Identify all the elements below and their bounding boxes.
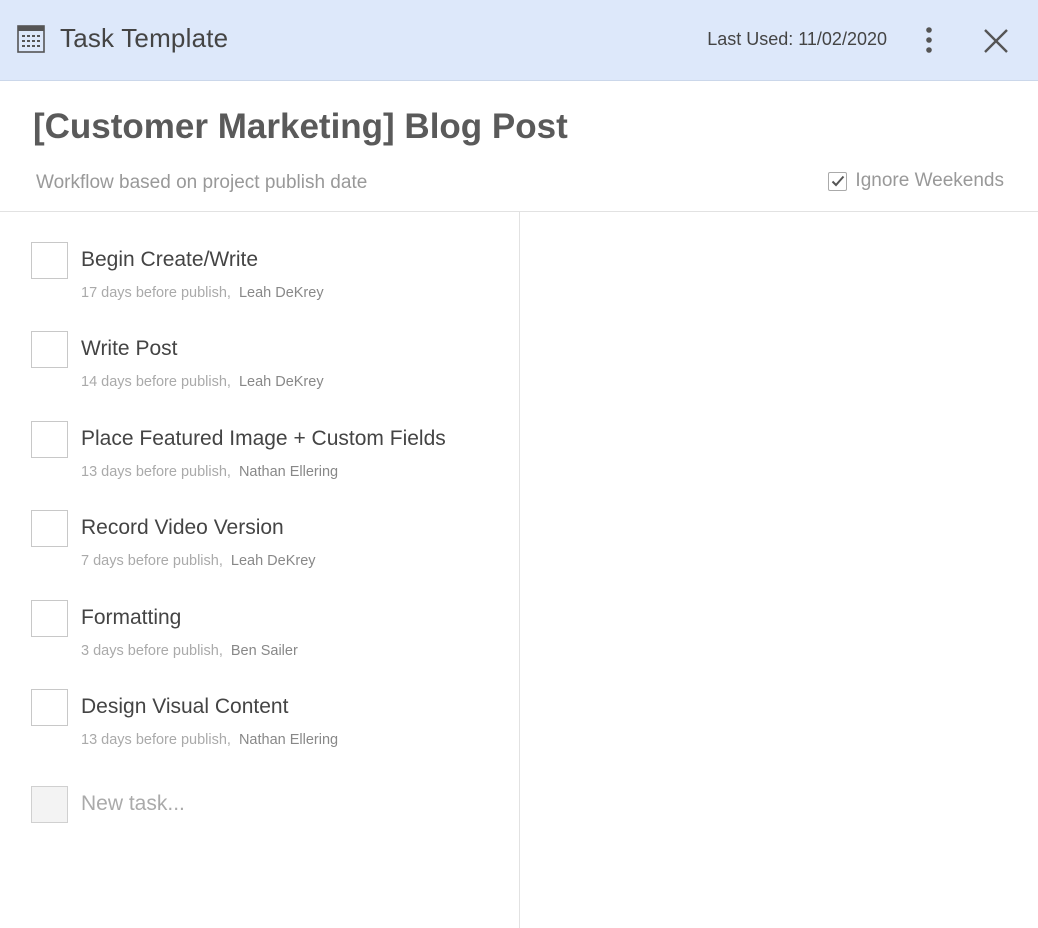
- task-checkbox[interactable]: [31, 242, 68, 279]
- task-checkbox[interactable]: [31, 689, 68, 726]
- task-due-offset: 13 days before publish,: [81, 732, 231, 748]
- task-assignee[interactable]: Nathan Ellering: [239, 732, 338, 748]
- template-title: [Customer Marketing] Blog Post: [33, 107, 568, 146]
- task-assignee[interactable]: Nathan Ellering: [239, 464, 338, 480]
- task-checkbox[interactable]: [31, 510, 68, 547]
- new-task-checkbox: [31, 786, 68, 823]
- new-task-row: [31, 786, 501, 826]
- task-due-offset: 3 days before publish,: [81, 643, 223, 659]
- task-meta: 14 days before publish, Leah DeKrey: [81, 374, 324, 390]
- task-name[interactable]: Record Video Version: [81, 516, 284, 540]
- task-item: Formatting 3 days before publish, Ben Sai…: [31, 600, 501, 670]
- workflow-subtitle: Workflow based on project publish date: [36, 172, 368, 193]
- task-assignee[interactable]: Ben Sailer: [231, 643, 298, 659]
- task-name[interactable]: Place Featured Image + Custom Fields: [81, 427, 446, 451]
- header-bar: Task Template Last Used: 11/02/2020: [0, 0, 1038, 81]
- task-name[interactable]: Formatting: [81, 606, 181, 630]
- task-assignee[interactable]: Leah DeKrey: [231, 553, 316, 569]
- task-name[interactable]: Begin Create/Write: [81, 248, 258, 272]
- task-due-offset: 13 days before publish,: [81, 464, 231, 480]
- task-item: Write Post 14 days before publish, Leah D…: [31, 331, 501, 401]
- modal-title: Task Template: [60, 23, 229, 53]
- task-checkbox[interactable]: [31, 600, 68, 637]
- close-icon[interactable]: [982, 27, 1010, 55]
- task-meta: 7 days before publish, Leah DeKrey: [81, 553, 316, 569]
- task-checkbox[interactable]: [31, 331, 68, 368]
- task-name[interactable]: Design Visual Content: [81, 695, 288, 719]
- task-name[interactable]: Write Post: [81, 337, 177, 361]
- task-meta: 17 days before publish, Leah DeKrey: [81, 285, 324, 301]
- task-item: Place Featured Image + Custom Fields 13 …: [31, 421, 501, 491]
- last-used-date: Last Used: 11/02/2020: [707, 29, 887, 49]
- checkmark-icon: [831, 175, 845, 187]
- task-due-offset: 14 days before publish,: [81, 374, 231, 390]
- task-item: Begin Create/Write 17 days before publis…: [31, 242, 501, 312]
- task-due-offset: 7 days before publish,: [81, 553, 223, 569]
- task-meta: 3 days before publish, Ben Sailer: [81, 643, 298, 659]
- task-item: Record Video Version 7 days before publi…: [31, 510, 501, 580]
- ignore-weekends-label: Ignore Weekends: [855, 170, 1004, 191]
- task-due-offset: 17 days before publish,: [81, 285, 231, 301]
- task-meta: 13 days before publish, Nathan Ellering: [81, 732, 338, 748]
- task-assignee[interactable]: Leah DeKrey: [239, 285, 324, 301]
- task-assignee[interactable]: Leah DeKrey: [239, 374, 324, 390]
- task-checkbox[interactable]: [31, 421, 68, 458]
- task-meta: 13 days before publish, Nathan Ellering: [81, 464, 338, 480]
- ignore-weekends-toggle[interactable]: Ignore Weekends: [828, 170, 1004, 192]
- template-calendar-icon: [17, 25, 45, 53]
- ignore-weekends-checkbox[interactable]: [828, 171, 848, 191]
- task-item: Design Visual Content 13 days before pub…: [31, 689, 501, 759]
- more-vertical-icon[interactable]: [918, 24, 940, 56]
- new-task-input[interactable]: [77, 788, 465, 820]
- column-divider: [519, 212, 520, 928]
